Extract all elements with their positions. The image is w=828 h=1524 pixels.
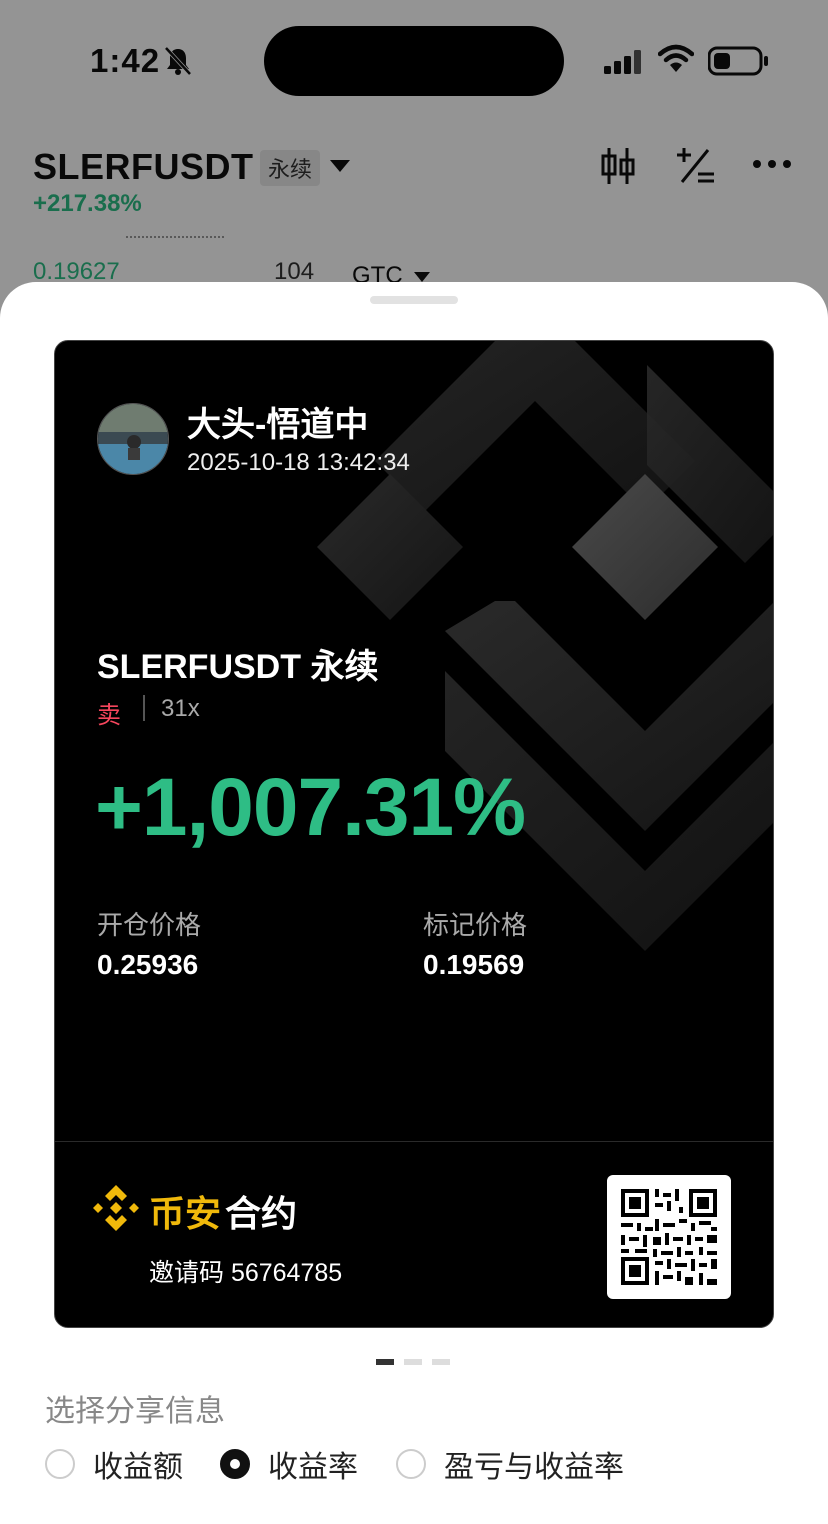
page-dot xyxy=(404,1359,422,1365)
brand-name-primary: 币安 xyxy=(149,1193,222,1234)
entry-price-label: 开仓价格 xyxy=(97,910,202,940)
page-dot-active xyxy=(376,1359,394,1365)
qr-code xyxy=(607,1175,731,1299)
entry-price: 0.25936 xyxy=(97,949,199,980)
page-indicator xyxy=(376,1352,460,1370)
mark-price-label: 标记价格 xyxy=(423,910,528,940)
contract-pair: SLERFUSDT 永续 xyxy=(97,648,379,686)
share-card[interactable]: 大头-悟道中 2025-10-18 13:42:34 SLERFUSDT 永续 … xyxy=(54,340,774,1328)
option-roi[interactable]: 收益率 xyxy=(220,1442,358,1486)
option-label: 收益额 xyxy=(93,1451,183,1484)
brand-name-secondary: 合约 xyxy=(225,1193,298,1234)
option-label: 收益率 xyxy=(268,1451,358,1484)
share-sheet: 大头-悟道中 2025-10-18 13:42:34 SLERFUSDT 永续 … xyxy=(0,282,828,1524)
sheet-drag-handle[interactable] xyxy=(370,296,458,304)
divider xyxy=(143,695,145,721)
avatar xyxy=(97,403,169,475)
binance-watermark-pattern xyxy=(317,341,773,951)
radio-button[interactable] xyxy=(45,1449,75,1479)
option-label: 盈亏与收益率 xyxy=(444,1451,624,1484)
mark-price: 0.19569 xyxy=(423,949,525,980)
radio-button-selected[interactable] xyxy=(220,1449,250,1479)
share-options-title: 选择分享信息 xyxy=(45,1395,225,1428)
binance-logo-icon xyxy=(93,1185,139,1231)
radio-button[interactable] xyxy=(396,1449,426,1479)
leverage: 31x xyxy=(161,695,200,722)
position-side: 卖 xyxy=(97,702,121,729)
roi-value: +1,007.31% xyxy=(95,762,526,853)
share-datetime: 2025-10-18 13:42:34 xyxy=(187,449,410,476)
invite-code: 邀请码 56764785 xyxy=(149,1259,343,1287)
option-pnl-and-roi[interactable]: 盈亏与收益率 xyxy=(396,1442,624,1486)
option-profit-amount[interactable]: 收益额 xyxy=(45,1442,183,1486)
page-dot xyxy=(432,1359,450,1365)
user-name: 大头-悟道中 xyxy=(187,406,369,444)
card-divider xyxy=(55,1141,773,1142)
